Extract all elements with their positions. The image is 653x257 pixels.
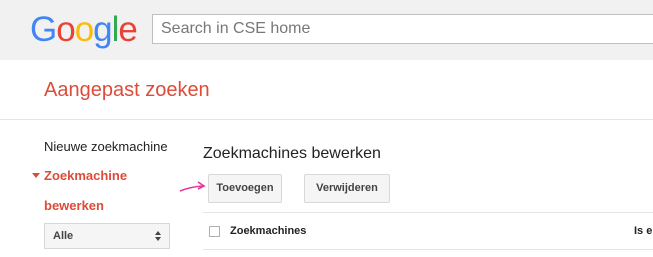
table-header-row: Zoekmachines Is e: [203, 212, 653, 250]
column-header-engines[interactable]: Zoekmachines: [230, 225, 306, 237]
logo-letter: g: [93, 10, 112, 49]
logo-letter: l: [111, 10, 120, 49]
top-bar: Google: [0, 0, 653, 61]
sidebar-item-new-engine[interactable]: Nieuwe zoekmachine: [44, 139, 168, 154]
google-logo[interactable]: Google: [30, 10, 138, 50]
select-updown-icon: [155, 231, 161, 241]
logo-letter: o: [74, 10, 94, 49]
sidebar-item-edit-engine-line2[interactable]: bewerken: [44, 198, 104, 213]
search-input[interactable]: [152, 14, 653, 44]
app-title-bar: Aangepast zoeken: [0, 60, 653, 120]
app-title: Aangepast zoeken: [44, 79, 210, 101]
logo-letter: e: [118, 10, 137, 49]
section-title: Zoekmachines bewerken: [203, 145, 381, 162]
select-all-checkbox[interactable]: [209, 226, 220, 237]
annotation-arrow-icon: [179, 181, 206, 192]
logo-letter: o: [56, 10, 75, 49]
logo-letter: G: [30, 10, 57, 49]
sidebar-item-edit-engine[interactable]: Zoekmachine: [44, 168, 127, 183]
expand-arrow-icon: [32, 173, 40, 178]
add-button[interactable]: Toevoegen: [208, 174, 282, 203]
filter-selected-value: Alle: [53, 230, 74, 242]
delete-button[interactable]: Verwijderen: [304, 174, 390, 203]
engine-filter-select[interactable]: Alle: [44, 223, 170, 249]
column-header-is[interactable]: Is e: [634, 225, 652, 237]
